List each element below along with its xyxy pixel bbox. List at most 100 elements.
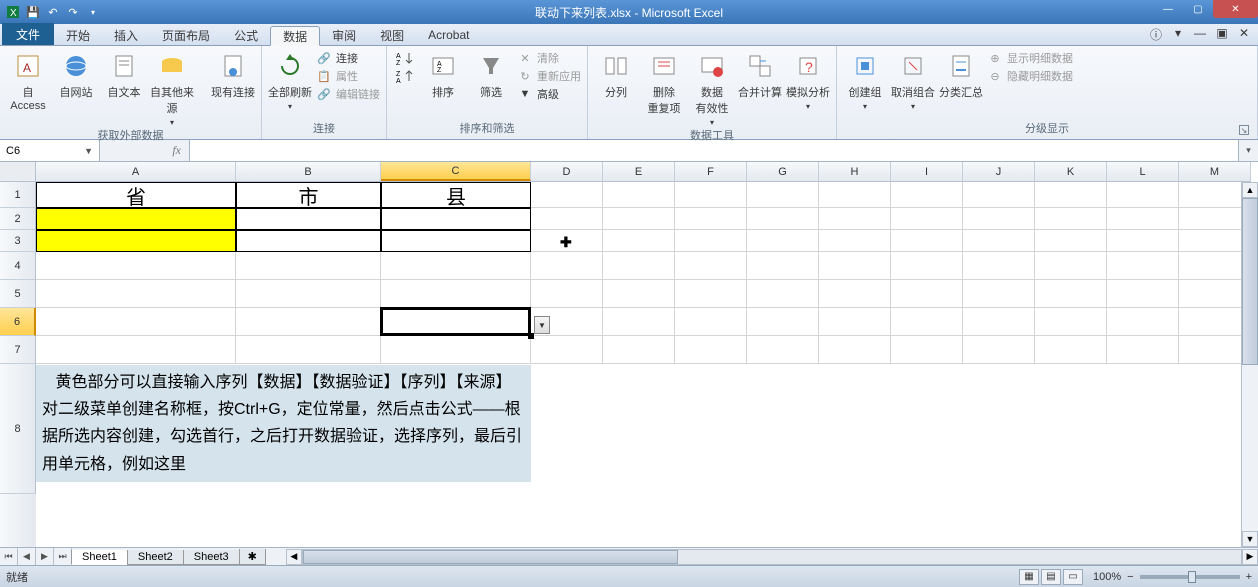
sort-asc-button[interactable]: AZZA — [393, 50, 417, 84]
cell-I1[interactable] — [891, 182, 963, 208]
cell-H7[interactable] — [819, 336, 891, 364]
consolidate-button[interactable]: 合并计算 — [738, 50, 782, 100]
qat-dropdown-icon[interactable]: ▾ — [84, 3, 102, 21]
remove-duplicates-button[interactable]: 删除 重复项 — [642, 50, 686, 116]
subtotal-button[interactable]: 分类汇总 — [939, 50, 983, 100]
column-header-G[interactable]: G — [747, 162, 819, 181]
scroll-right-button[interactable]: ▶ — [1242, 549, 1258, 565]
cell-A2[interactable] — [36, 208, 236, 230]
text-to-columns-button[interactable]: 分列 — [594, 50, 638, 100]
sheet-tab-sheet3[interactable]: Sheet3 — [183, 550, 240, 565]
cell-I7[interactable] — [891, 336, 963, 364]
select-all-corner[interactable] — [0, 162, 36, 182]
column-header-J[interactable]: J — [963, 162, 1035, 181]
sheet-tab-sheet1[interactable]: Sheet1 — [71, 550, 128, 565]
data-validation-button[interactable]: 数据 有效性▾ — [690, 50, 734, 127]
hscroll-thumb[interactable] — [303, 550, 678, 564]
sheet-tab-sheet2[interactable]: Sheet2 — [127, 550, 184, 565]
excel-icon[interactable]: X — [4, 3, 22, 21]
tab-formulas[interactable]: 公式 — [222, 25, 270, 45]
from-web-button[interactable]: 自网站 — [54, 50, 98, 100]
cell-J7[interactable] — [963, 336, 1035, 364]
vertical-scrollbar[interactable]: ▲ ▼ — [1241, 182, 1258, 547]
cell-G7[interactable] — [747, 336, 819, 364]
cell-E5[interactable] — [603, 280, 675, 308]
ribbon-minimize-icon[interactable]: ▾ — [1170, 26, 1186, 43]
fx-icon[interactable]: fx — [172, 143, 181, 158]
cell-J4[interactable] — [963, 252, 1035, 280]
cell-J5[interactable] — [963, 280, 1035, 308]
tab-file[interactable]: 文件 — [2, 23, 54, 45]
column-header-B[interactable]: B — [236, 162, 381, 181]
scroll-down-button[interactable]: ▼ — [1242, 531, 1258, 547]
cell-C2[interactable] — [381, 208, 531, 230]
column-header-D[interactable]: D — [531, 162, 603, 181]
column-header-E[interactable]: E — [603, 162, 675, 181]
tab-nav-prev[interactable]: ◀ — [18, 548, 36, 565]
help-icon[interactable]: ⓘ — [1148, 26, 1164, 43]
column-header-C[interactable]: C — [381, 162, 531, 181]
row-header-2[interactable]: 2 — [0, 208, 36, 230]
row-header-8[interactable]: 8 — [0, 364, 36, 494]
row-header-7[interactable]: 7 — [0, 336, 36, 364]
cell-A1[interactable]: 省 — [36, 182, 236, 208]
cell-J1[interactable] — [963, 182, 1035, 208]
tab-nav-next[interactable]: ▶ — [36, 548, 54, 565]
cell-L7[interactable] — [1107, 336, 1179, 364]
cell-G6[interactable] — [747, 308, 819, 336]
normal-view-button[interactable]: ▦ — [1019, 569, 1039, 585]
row-header-3[interactable]: 3 — [0, 230, 36, 252]
zoom-out-button[interactable]: − — [1127, 571, 1133, 583]
cell-K4[interactable] — [1035, 252, 1107, 280]
cell-H1[interactable] — [819, 182, 891, 208]
cell-F6[interactable] — [675, 308, 747, 336]
cell-G5[interactable] — [747, 280, 819, 308]
maximize-button[interactable]: ▢ — [1183, 0, 1213, 18]
cell-K3[interactable] — [1035, 230, 1107, 252]
zoom-level[interactable]: 100% — [1093, 571, 1121, 583]
tab-nav-last[interactable]: ⏭ — [54, 548, 72, 565]
tab-home[interactable]: 开始 — [54, 25, 102, 45]
cell-J3[interactable] — [963, 230, 1035, 252]
workbook-minimize-button[interactable]: — — [1192, 26, 1208, 43]
redo-icon[interactable]: ↷ — [64, 3, 82, 21]
cell-H4[interactable] — [819, 252, 891, 280]
cell-A5[interactable] — [36, 280, 236, 308]
cell-K1[interactable] — [1035, 182, 1107, 208]
cell-H3[interactable] — [819, 230, 891, 252]
vscroll-thumb[interactable] — [1242, 198, 1258, 365]
workbook-close-button[interactable]: ✕ — [1236, 26, 1252, 43]
cell-D4[interactable] — [531, 252, 603, 280]
cell-F2[interactable] — [675, 208, 747, 230]
cell-D2[interactable] — [531, 208, 603, 230]
cell-G1[interactable] — [747, 182, 819, 208]
namebox-dropdown-icon[interactable]: ▼ — [84, 146, 93, 156]
cell-B7[interactable] — [236, 336, 381, 364]
cell-B2[interactable] — [236, 208, 381, 230]
new-sheet-button[interactable]: ✱ — [239, 549, 266, 565]
cell-I6[interactable] — [891, 308, 963, 336]
workbook-restore-button[interactable]: ▣ — [1214, 26, 1230, 43]
from-access-button[interactable]: A自 Access — [6, 50, 50, 112]
cell-D1[interactable] — [531, 182, 603, 208]
cell-E1[interactable] — [603, 182, 675, 208]
cell-G2[interactable] — [747, 208, 819, 230]
cell-C7[interactable] — [381, 336, 531, 364]
tab-nav-first[interactable]: ⏮ — [0, 548, 18, 565]
cells-grid[interactable]: 省市县 ▼ 黄色部分可以直接输入序列【数据】【数据验证】【序列】【来源】 对二级… — [36, 182, 1258, 547]
cell-I3[interactable] — [891, 230, 963, 252]
row-header-5[interactable]: 5 — [0, 280, 36, 308]
from-other-button[interactable]: 自其他来源▾ — [150, 50, 194, 127]
tab-page-layout[interactable]: 页面布局 — [150, 25, 222, 45]
cell-C4[interactable] — [381, 252, 531, 280]
cell-A6[interactable] — [36, 308, 236, 336]
cell-F7[interactable] — [675, 336, 747, 364]
cell-G4[interactable] — [747, 252, 819, 280]
cell-K7[interactable] — [1035, 336, 1107, 364]
cell-C1[interactable]: 县 — [381, 182, 531, 208]
cell-B6[interactable] — [236, 308, 381, 336]
cell-I4[interactable] — [891, 252, 963, 280]
cell-E4[interactable] — [603, 252, 675, 280]
column-header-A[interactable]: A — [36, 162, 236, 181]
cell-E7[interactable] — [603, 336, 675, 364]
